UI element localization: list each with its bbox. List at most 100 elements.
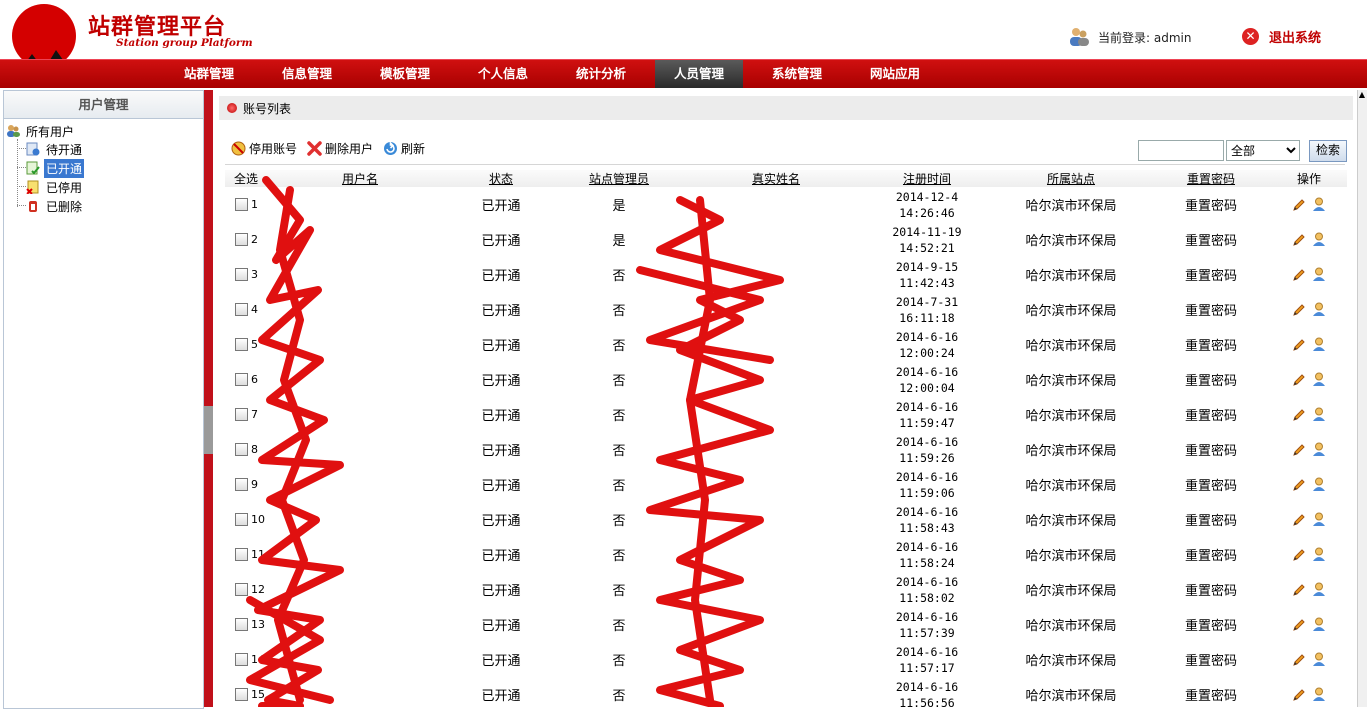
tree-node-active[interactable]: 已开通 bbox=[26, 158, 85, 178]
row-checkbox[interactable] bbox=[235, 408, 248, 422]
refresh-button[interactable]: 刷新 bbox=[383, 140, 425, 157]
edit-pencil-icon[interactable] bbox=[1292, 443, 1306, 457]
scroll-up-arrow-icon[interactable]: ▲ bbox=[1357, 90, 1367, 104]
table-row[interactable]: 7 已开通 否 2014-6-16 11:59:47 哈尔滨市环保局 重置密码 bbox=[225, 397, 1347, 432]
delete-user-button[interactable]: 删除用户 bbox=[307, 140, 373, 157]
edit-pencil-icon[interactable] bbox=[1292, 268, 1306, 282]
user-permission-icon[interactable] bbox=[1312, 547, 1326, 562]
row-checkbox[interactable] bbox=[235, 618, 248, 632]
edit-pencil-icon[interactable] bbox=[1292, 513, 1306, 527]
user-permission-icon[interactable] bbox=[1312, 372, 1326, 387]
edit-pencil-icon[interactable] bbox=[1292, 653, 1306, 667]
table-row[interactable]: 8 已开通 否 2014-6-16 11:59:26 哈尔滨市环保局 重置密码 bbox=[225, 432, 1347, 467]
edit-pencil-icon[interactable] bbox=[1292, 233, 1306, 247]
row-checkbox[interactable] bbox=[235, 548, 248, 562]
tree-node-deleted[interactable]: 已删除 bbox=[26, 197, 84, 215]
table-row[interactable]: 12 已开通 否 2014-6-16 11:58:02 哈尔滨市环保局 重置密码 bbox=[225, 572, 1347, 607]
user-permission-icon[interactable] bbox=[1312, 652, 1326, 667]
edit-pencil-icon[interactable] bbox=[1292, 303, 1306, 317]
user-permission-icon[interactable] bbox=[1312, 267, 1326, 282]
user-permission-icon[interactable] bbox=[1312, 687, 1326, 702]
nav-template[interactable]: 模板管理 bbox=[361, 60, 449, 88]
table-row[interactable]: 2 已开通 是 2014-11-19 14:52:21 哈尔滨市环保局 重置密码 bbox=[225, 222, 1347, 257]
row-checkbox[interactable] bbox=[235, 233, 248, 247]
panel-splitter[interactable] bbox=[204, 90, 213, 707]
reset-password-link[interactable]: 重置密码 bbox=[1151, 222, 1271, 257]
col-status[interactable]: 状态 bbox=[453, 170, 549, 187]
reset-password-link[interactable]: 重置密码 bbox=[1151, 257, 1271, 292]
table-row[interactable]: 10 已开通 否 2014-6-16 11:58:43 哈尔滨市环保局 重置密码 bbox=[225, 502, 1347, 537]
col-site[interactable]: 所属站点 bbox=[991, 170, 1151, 187]
edit-pencil-icon[interactable] bbox=[1292, 408, 1306, 422]
edit-pencil-icon[interactable] bbox=[1292, 478, 1306, 492]
scrollbar[interactable] bbox=[1357, 90, 1367, 707]
row-checkbox[interactable] bbox=[235, 478, 248, 492]
tree-node-pending[interactable]: 待开通 bbox=[26, 140, 84, 158]
edit-pencil-icon[interactable] bbox=[1292, 688, 1306, 702]
table-row[interactable]: 9 已开通 否 2014-6-16 11:59:06 哈尔滨市环保局 重置密码 bbox=[225, 467, 1347, 502]
user-permission-icon[interactable] bbox=[1312, 302, 1326, 317]
row-checkbox[interactable] bbox=[235, 513, 248, 527]
reset-password-link[interactable]: 重置密码 bbox=[1151, 642, 1271, 677]
user-permission-icon[interactable] bbox=[1312, 337, 1326, 352]
reset-password-link[interactable]: 重置密码 bbox=[1151, 572, 1271, 607]
row-checkbox[interactable] bbox=[235, 583, 248, 597]
table-row[interactable]: 4 已开通 否 2014-7-31 16:11:18 哈尔滨市环保局 重置密码 bbox=[225, 292, 1347, 327]
reset-password-link[interactable]: 重置密码 bbox=[1151, 607, 1271, 642]
nav-statistics[interactable]: 统计分析 bbox=[557, 60, 645, 88]
col-username[interactable]: 用户名 bbox=[267, 170, 453, 187]
reset-password-link[interactable]: 重置密码 bbox=[1151, 432, 1271, 467]
row-checkbox[interactable] bbox=[235, 373, 248, 387]
reset-password-link[interactable]: 重置密码 bbox=[1151, 362, 1271, 397]
row-checkbox[interactable] bbox=[235, 198, 248, 212]
table-row[interactable]: 3 已开通 否 2014-9-15 11:42:43 哈尔滨市环保局 重置密码 bbox=[225, 257, 1347, 292]
status-filter-select[interactable]: 全部 bbox=[1226, 140, 1300, 161]
user-permission-icon[interactable] bbox=[1312, 442, 1326, 457]
search-input[interactable] bbox=[1138, 140, 1224, 161]
edit-pencil-icon[interactable] bbox=[1292, 618, 1306, 632]
edit-pencil-icon[interactable] bbox=[1292, 198, 1306, 212]
row-checkbox[interactable] bbox=[235, 338, 248, 352]
tree-node-disabled[interactable]: 已停用 bbox=[26, 178, 84, 196]
reset-password-link[interactable]: 重置密码 bbox=[1151, 292, 1271, 327]
disable-account-button[interactable]: 停用账号 bbox=[231, 140, 297, 157]
nav-system[interactable]: 系统管理 bbox=[753, 60, 841, 88]
col-register-time[interactable]: 注册时间 bbox=[863, 170, 991, 187]
user-permission-icon[interactable] bbox=[1312, 512, 1326, 527]
search-button[interactable]: 检索 bbox=[1309, 140, 1347, 162]
tree-all-users[interactable]: 所有用户 bbox=[6, 122, 76, 140]
reset-password-link[interactable]: 重置密码 bbox=[1151, 502, 1271, 537]
user-permission-icon[interactable] bbox=[1312, 617, 1326, 632]
col-site-admin[interactable]: 站点管理员 bbox=[549, 170, 689, 187]
row-checkbox[interactable] bbox=[235, 653, 248, 667]
row-checkbox[interactable] bbox=[235, 303, 248, 317]
table-row[interactable]: 11 已开通 否 2014-6-16 11:58:24 哈尔滨市环保局 重置密码 bbox=[225, 537, 1347, 572]
table-row[interactable]: 6 已开通 否 2014-6-16 12:00:04 哈尔滨市环保局 重置密码 bbox=[225, 362, 1347, 397]
table-row[interactable]: 5 已开通 否 2014-6-16 12:00:24 哈尔滨市环保局 重置密码 bbox=[225, 327, 1347, 362]
user-permission-icon[interactable] bbox=[1312, 197, 1326, 212]
nav-web-apps[interactable]: 网站应用 bbox=[851, 60, 939, 88]
nav-personal[interactable]: 个人信息 bbox=[459, 60, 547, 88]
splitter-handle[interactable] bbox=[204, 406, 213, 454]
nav-personnel[interactable]: 人员管理 bbox=[655, 60, 743, 88]
user-permission-icon[interactable] bbox=[1312, 582, 1326, 597]
user-permission-icon[interactable] bbox=[1312, 232, 1326, 247]
row-checkbox[interactable] bbox=[235, 688, 248, 702]
edit-pencil-icon[interactable] bbox=[1292, 548, 1306, 562]
reset-password-link[interactable]: 重置密码 bbox=[1151, 467, 1271, 502]
edit-pencil-icon[interactable] bbox=[1292, 338, 1306, 352]
reset-password-link[interactable]: 重置密码 bbox=[1151, 537, 1271, 572]
reset-password-link[interactable]: 重置密码 bbox=[1151, 397, 1271, 432]
nav-info[interactable]: 信息管理 bbox=[263, 60, 351, 88]
nav-site-group[interactable]: 站群管理 bbox=[165, 60, 253, 88]
reset-password-link[interactable]: 重置密码 bbox=[1151, 327, 1271, 362]
table-row[interactable]: 13 已开通 否 2014-6-16 11:57:39 哈尔滨市环保局 重置密码 bbox=[225, 607, 1347, 642]
edit-pencil-icon[interactable] bbox=[1292, 373, 1306, 387]
col-real-name[interactable]: 真实姓名 bbox=[689, 170, 863, 187]
reset-password-link[interactable]: 重置密码 bbox=[1151, 187, 1271, 222]
edit-pencil-icon[interactable] bbox=[1292, 583, 1306, 597]
user-permission-icon[interactable] bbox=[1312, 407, 1326, 422]
table-row[interactable]: 1 已开通 是 2014-12-4 14:26:46 哈尔滨市环保局 重置密码 bbox=[225, 187, 1347, 222]
row-checkbox[interactable] bbox=[235, 443, 248, 457]
row-checkbox[interactable] bbox=[235, 268, 248, 282]
